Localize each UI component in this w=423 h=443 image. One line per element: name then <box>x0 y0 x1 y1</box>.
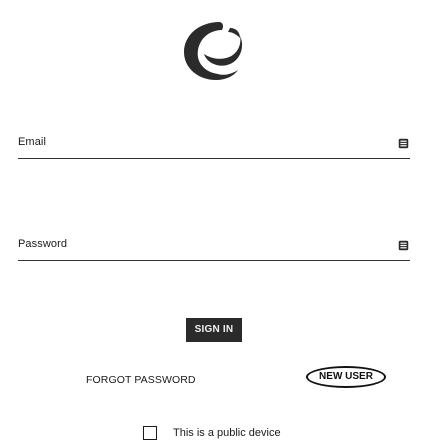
email-input[interactable] <box>18 136 388 154</box>
new-user-button[interactable]: NEW USER <box>306 366 386 388</box>
sign-in-button[interactable]: SIGN IN <box>186 318 242 342</box>
logo-icon <box>184 22 243 80</box>
password-input[interactable] <box>18 238 388 256</box>
contact-card-icon[interactable] <box>398 136 409 149</box>
password-underline <box>18 260 410 261</box>
public-device-checkbox[interactable] <box>143 426 157 440</box>
public-device-option[interactable]: This is a public device <box>143 425 281 441</box>
app-logo <box>176 18 260 82</box>
email-underline <box>18 158 410 159</box>
contact-card-icon[interactable] <box>398 238 409 251</box>
forgot-password-link[interactable]: FORGOT PASSWORD <box>86 374 196 386</box>
public-device-label: This is a public device <box>173 427 281 439</box>
